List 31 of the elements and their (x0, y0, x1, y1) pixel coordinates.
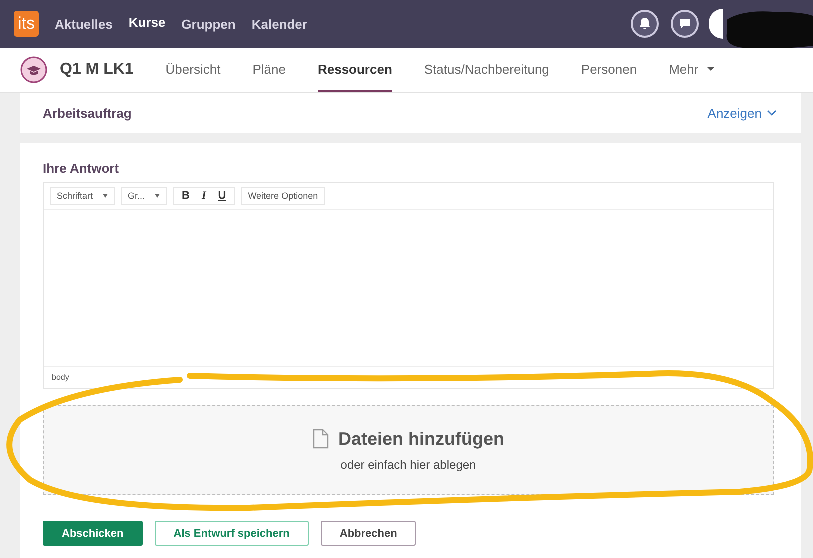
course-tab[interactable]: Pläne (252, 48, 286, 92)
file-icon (312, 429, 328, 449)
nav-link[interactable]: Aktuelles (55, 16, 113, 32)
font-dropdown[interactable]: Schriftart (50, 187, 116, 205)
course-tab[interactable]: Übersicht (166, 48, 221, 92)
course-tab[interactable]: Personen (581, 48, 638, 92)
section-title: Ihre Antwort (43, 161, 120, 176)
section-title: Arbeitsauftrag (43, 106, 132, 120)
dropzone-hint: oder einfach hier ablegen (340, 458, 476, 472)
show-link[interactable]: Anzeigen (708, 106, 777, 120)
course-tab[interactable]: Status/Nachbereitung (424, 48, 550, 92)
chevron-icon (767, 110, 777, 116)
caret-icon (103, 194, 108, 198)
graduation-cap-icon (20, 56, 48, 84)
file-dropzone[interactable]: Dateien hinzufügen oder einfach hier ablegen (43, 405, 774, 495)
nav-link[interactable]: Gruppen (182, 16, 236, 32)
size-dropdown[interactable]: Gr... (121, 187, 168, 205)
more-options-button[interactable]: Weitere Optionen (241, 187, 326, 205)
element-path: body (52, 373, 70, 382)
course-title: Q1 M LK1 (60, 61, 134, 79)
course-tab[interactable]: Mehr (669, 48, 715, 92)
chat-icon[interactable] (671, 10, 699, 38)
bell-icon[interactable] (631, 10, 659, 38)
action-button[interactable]: Abbrechen (320, 521, 416, 546)
dropzone-title: Dateien hinzufügen (338, 428, 504, 450)
nav-link[interactable]: Kurse (128, 15, 166, 33)
action-button[interactable]: Abschicken (43, 521, 143, 546)
nav-link[interactable]: Kalender (252, 16, 308, 32)
avatar[interactable] (709, 9, 723, 39)
action-button[interactable]: Als Entwurf speichern (154, 521, 309, 546)
caret-icon (155, 194, 160, 198)
